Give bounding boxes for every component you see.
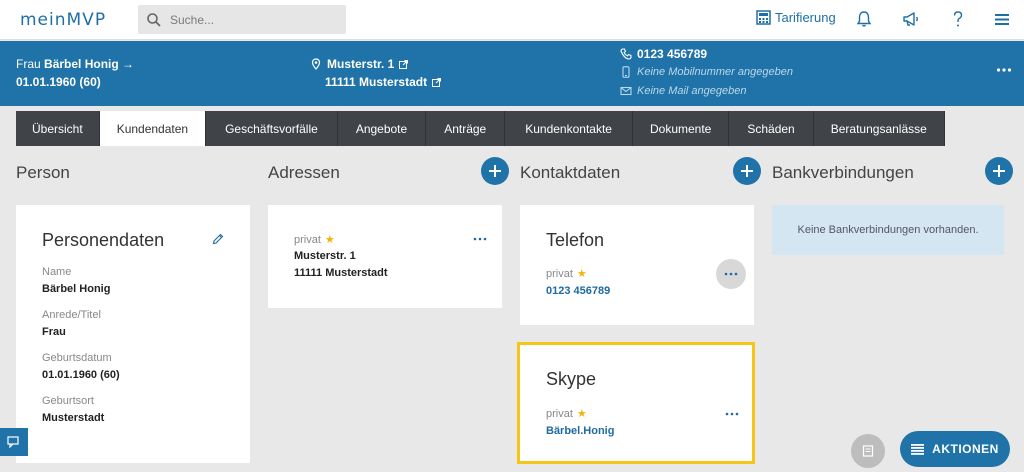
geburtsort-value: Musterstadt [42, 412, 105, 424]
top-bar: meinMVP Tarifierung [0, 0, 1024, 40]
phone-icon [620, 48, 632, 60]
chat-button[interactable] [0, 428, 28, 456]
search-box[interactable] [138, 5, 346, 34]
telefon-more-button[interactable] [716, 259, 746, 289]
list-icon [911, 443, 925, 455]
column-title-kontaktdaten: Kontaktdaten [520, 163, 621, 182]
bank-empty-info: Keine Bankverbindungen vorhanden. [772, 205, 1004, 255]
skype-value-link[interactable]: Bärbel.Honig [546, 425, 614, 437]
calculator-icon [756, 10, 771, 25]
external-link-icon [432, 77, 442, 87]
customer-header: Frau Bärbel Honig → 01.01.1960 (60) Must… [0, 41, 1024, 106]
add-address-button[interactable] [481, 157, 509, 185]
geburtsort-label: Geburtsort [42, 395, 94, 407]
more-options-icon [724, 272, 738, 276]
column-title-person: Person [16, 163, 70, 182]
customer-salutation: Frau [16, 57, 41, 71]
tab-schaeden[interactable]: Schäden [729, 111, 814, 146]
telefon-type: privat ★ [546, 267, 587, 280]
skype-type-label: privat [546, 408, 573, 420]
skype-type: privat ★ [546, 407, 587, 420]
customer-mail-text: Keine Mail angegeben [637, 85, 747, 97]
chat-icon [7, 436, 19, 448]
star-icon: ★ [576, 268, 587, 280]
tarifierung-link[interactable]: Tarifierung [756, 10, 836, 25]
search-icon [147, 13, 161, 27]
more-options-icon[interactable] [996, 67, 1012, 73]
customer-mail: Keine Mail angegeben [620, 85, 746, 97]
column-title-bankverbindungen: Bankverbindungen [772, 163, 914, 182]
edit-pencil-icon[interactable] [212, 233, 224, 245]
telefon-title: Telefon [546, 230, 605, 250]
tab-angebote[interactable]: Angebote [338, 111, 427, 146]
anrede-value: Frau [42, 326, 66, 338]
tab-kundendaten[interactable]: Kundendaten [99, 111, 207, 146]
customer-street-link[interactable]: Musterstr. 1 [310, 57, 409, 71]
address-type-label: privat [294, 234, 321, 246]
tab-uebersicht[interactable]: Übersicht [16, 111, 100, 146]
envelope-icon [620, 86, 632, 96]
skype-card: Skype privat ★ Bärbel.Honig [517, 342, 755, 464]
customer-mobile: Keine Mobilnummer angegeben [620, 66, 793, 78]
customer-name: Bärbel Honig [44, 57, 119, 71]
name-label: Name [42, 266, 72, 278]
customer-phone: 0123 456789 [637, 47, 708, 61]
anrede-label: Anrede/Titel [42, 309, 101, 321]
add-bank-button[interactable] [985, 157, 1013, 185]
geburtsdatum-label: Geburtsdatum [42, 352, 112, 364]
aktionen-label: AKTIONEN [932, 442, 999, 456]
address-card: privat ★ Musterstr. 1 11111 Musterstadt [268, 205, 502, 308]
megaphone-icon[interactable] [901, 9, 921, 29]
save-draft-button[interactable] [851, 434, 885, 468]
telefon-type-label: privat [546, 268, 573, 280]
name-value: Bärbel Honig [42, 283, 111, 295]
customer-dob: 01.01.1960 (60) [16, 75, 101, 89]
more-options-icon[interactable] [725, 412, 739, 416]
address-street: Musterstr. 1 [294, 250, 356, 262]
tarifierung-label: Tarifierung [775, 10, 836, 25]
tab-beratungsanlaesse[interactable]: Beratungsanlässe [814, 111, 945, 146]
customer-city-link[interactable]: 11111 Musterstadt [325, 75, 442, 89]
menu-icon[interactable] [992, 9, 1012, 29]
column-title-adressen: Adressen [268, 163, 340, 182]
customer-phone-link[interactable]: 0123 456789 [620, 47, 707, 61]
customer-city: 11111 Musterstadt [325, 75, 428, 89]
personendaten-title: Personendaten [42, 230, 165, 250]
arrow-right-icon: → [122, 57, 135, 71]
external-link-icon [399, 59, 409, 69]
telefon-card: Telefon privat ★ 0123 456789 [520, 205, 754, 325]
search-input[interactable] [170, 9, 340, 30]
mobile-phone-icon [622, 66, 630, 78]
star-icon: ★ [324, 234, 335, 246]
document-icon [862, 445, 874, 457]
tab-geschaeftsvorfaelle[interactable]: Geschäftsvorfälle [206, 111, 338, 146]
tab-kundenkontakte[interactable]: Kundenkontakte [505, 111, 633, 146]
address-city: 11111 Musterstadt [294, 267, 388, 279]
address-type: privat ★ [294, 233, 335, 246]
customer-name-link[interactable]: Frau Bärbel Honig → [16, 57, 134, 71]
personendaten-card: Personendaten Name Bärbel Honig Anrede/T… [16, 205, 250, 463]
customer-street: Musterstr. 1 [327, 57, 395, 71]
add-contact-button[interactable] [733, 157, 761, 185]
app-logo[interactable]: meinMVP [20, 10, 106, 30]
tab-dokumente[interactable]: Dokumente [633, 111, 730, 146]
tab-bar: Übersicht Kundendaten Geschäftsvorfälle … [16, 111, 945, 146]
geburtsdatum-value: 01.01.1960 (60) [42, 369, 120, 381]
tab-bar-wrapper: Übersicht Kundendaten Geschäftsvorfälle … [0, 106, 1024, 146]
location-pin-icon [311, 58, 321, 70]
more-options-icon[interactable] [473, 237, 487, 241]
help-icon[interactable] [948, 9, 968, 29]
telefon-value-link[interactable]: 0123 456789 [546, 285, 610, 297]
tab-antraege[interactable]: Anträge [426, 111, 506, 146]
aktionen-button[interactable]: AKTIONEN [900, 431, 1010, 467]
skype-title: Skype [546, 369, 597, 389]
customer-mobile-text: Keine Mobilnummer angegeben [637, 66, 793, 78]
star-icon: ★ [576, 408, 587, 420]
bell-icon[interactable] [854, 9, 874, 29]
